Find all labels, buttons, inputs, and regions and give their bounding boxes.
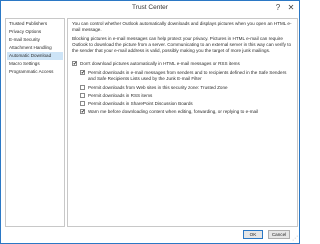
trust-center-dialog: Trust Center ? ✕ Trusted Publishers Priv… (0, 0, 300, 244)
title-bar: Trust Center ? ✕ (1, 1, 299, 17)
category-sidebar: Trusted Publishers Privacy Options E-mai… (5, 18, 65, 227)
checkbox[interactable]: ✔ (80, 70, 85, 76)
ok-button[interactable]: OK (243, 230, 263, 239)
description-text: Blocking pictures in e-mail messages can… (72, 36, 292, 53)
option-label: Permit downloads in e-mail messages from… (88, 69, 287, 81)
option-permit-sharepoint[interactable]: Permit downloads in SharePoint Discussio… (80, 101, 293, 108)
checkbox[interactable]: ✔ (72, 61, 77, 67)
checkbox[interactable] (80, 85, 85, 90)
sidebar-item-trusted-publishers[interactable]: Trusted Publishers (7, 20, 63, 28)
checkbox[interactable]: ✔ (80, 109, 85, 115)
window-title: Trust Center (132, 4, 168, 11)
option-warn-before-downloading[interactable]: ✔ Warn me before downloading content whe… (80, 109, 293, 116)
option-permit-trusted-zone[interactable]: Permit downloads from Web sites in this … (80, 85, 293, 92)
intro-text: You can control whether Outlook automati… (72, 21, 292, 32)
sidebar-item-programmatic-access[interactable]: Programmatic Access (7, 68, 63, 76)
resize-grip-icon[interactable]: ⋰ (292, 236, 298, 242)
option-permit-rss[interactable]: Permit downloads in RSS items (80, 93, 293, 100)
option-label: Warn me before downloading content when … (88, 108, 259, 114)
option-dont-download-pictures[interactable]: ✔ Don't download pictures automatically … (72, 61, 293, 68)
option-label: Permit downloads in RSS items (88, 92, 153, 98)
sidebar-item-automatic-download[interactable]: Automatic Download (7, 52, 63, 60)
option-label: Don't download pictures automatically in… (80, 60, 240, 66)
sidebar-item-macro-settings[interactable]: Macro Settings (7, 60, 63, 68)
checkbox[interactable] (80, 101, 85, 106)
close-icon[interactable]: ✕ (286, 3, 296, 13)
cancel-button[interactable]: Cancel (268, 230, 290, 239)
help-icon[interactable]: ? (273, 3, 283, 13)
checkbox[interactable] (80, 93, 85, 98)
sidebar-item-attachment-handling[interactable]: Attachment Handling (7, 44, 63, 52)
automatic-download-panel: You can control whether Outlook automati… (67, 18, 298, 227)
option-permit-safe-senders[interactable]: ✔ Permit downloads in e-mail messages fr… (80, 70, 293, 81)
option-label: Permit downloads from Web sites in this … (88, 84, 228, 90)
sidebar-item-email-security[interactable]: E-mail Security (7, 36, 63, 44)
option-label: Permit downloads in SharePoint Discussio… (88, 100, 193, 106)
sidebar-item-privacy-options[interactable]: Privacy Options (7, 28, 63, 36)
